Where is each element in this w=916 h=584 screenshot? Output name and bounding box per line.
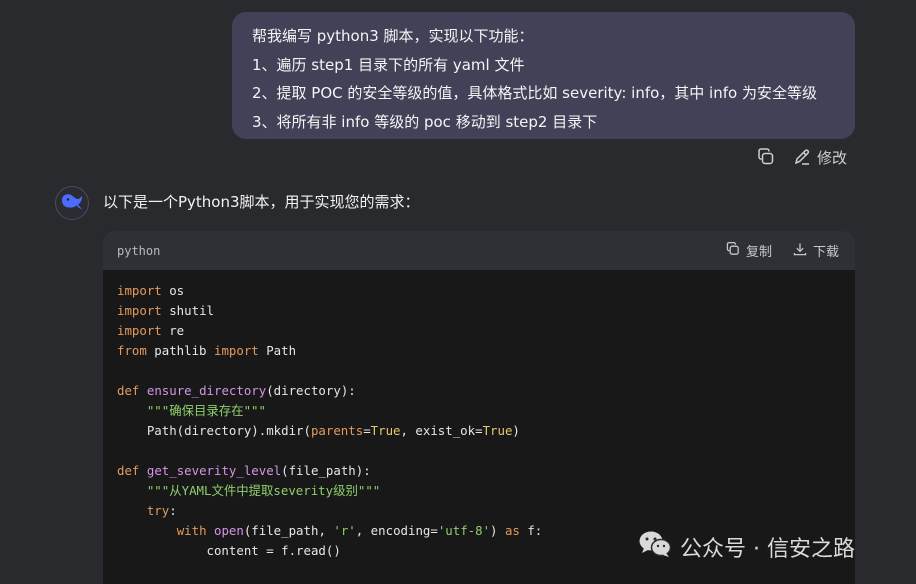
user-message-bubble: 帮我编写 python3 脚本，实现以下功能： 1、遍历 step1 目录下的所…: [232, 12, 855, 139]
user-message-line: 帮我编写 python3 脚本，实现以下功能：: [252, 27, 534, 45]
copy-code-label: 复制: [745, 245, 772, 260]
user-message-line: 2、提取 POC 的安全等级的值，具体格式比如 severity: info，其…: [252, 84, 817, 102]
code-token: :: [169, 503, 177, 518]
copy-code-button[interactable]: 复制: [725, 241, 772, 261]
code-token: get_severity_level: [146, 463, 282, 478]
user-message-actions: 修改: [756, 146, 847, 168]
edit-label: 修改: [817, 148, 848, 167]
code-token: content = f.read(): [117, 543, 341, 558]
watermark: 公众号 · 信安之路: [638, 530, 855, 564]
code-token: True: [482, 423, 513, 438]
copy-icon: [725, 241, 741, 261]
code-token: Path: [258, 343, 297, 358]
wechat-icon: [638, 530, 672, 564]
code-token: f:: [519, 523, 543, 538]
download-code-label: 下载: [812, 245, 839, 260]
code-token: ): [490, 523, 505, 538]
code-line: import shutil: [117, 301, 855, 321]
code-line: """确保目录存在""": [117, 401, 855, 421]
watermark-text: 公众号 · 信安之路: [680, 537, 855, 562]
code-token: def: [117, 463, 140, 478]
code-token: try: [146, 503, 170, 518]
code-token: (file_path):: [281, 463, 371, 478]
code-line: import os: [117, 281, 855, 301]
code-line: from pathlib import Path: [117, 341, 855, 361]
code-token: def: [117, 383, 140, 398]
code-token: open: [214, 523, 244, 538]
copy-message-button[interactable]: [756, 147, 776, 167]
code-line: def get_severity_level(file_path):: [117, 461, 855, 481]
code-token: (directory):: [266, 383, 356, 398]
code-token: import: [117, 303, 162, 318]
code-language-label: python: [117, 243, 161, 258]
code-token: ensure_directory: [146, 383, 267, 398]
code-line: Path(directory).mkdir(parents=True, exis…: [117, 421, 855, 441]
code-token: parents: [310, 423, 364, 438]
code-block-header: python 复制 下载: [103, 231, 855, 270]
code-token: 'r': [333, 523, 356, 538]
code-token: , exist_ok=: [400, 423, 483, 438]
code-token: Path(directory).mkdir(: [117, 423, 311, 438]
code-token: import: [213, 343, 259, 358]
download-code-button[interactable]: 下载: [792, 241, 839, 261]
code-token: from: [117, 343, 147, 358]
code-token: =: [363, 423, 371, 438]
pencil-icon: [792, 147, 812, 167]
code-token: , encoding=: [355, 523, 438, 538]
code-token: import: [117, 323, 162, 338]
whale-logo-icon: [60, 191, 84, 215]
download-icon: [792, 241, 808, 261]
code-token: os: [161, 283, 185, 298]
code-token: True: [370, 423, 401, 438]
assistant-intro-text: 以下是一个Python3脚本，用于实现您的需求：: [103, 193, 420, 211]
user-message-line: 3、将所有非 info 等级的 poc 移动到 step2 目录下: [252, 112, 598, 131]
code-token: """从YAML文件中提取severity级别""": [146, 483, 381, 498]
user-message-line: 1、遍历 step1 目录下的所有 yaml 文件: [252, 55, 525, 74]
code-line: try:: [117, 501, 855, 521]
edit-message-button[interactable]: 修改: [792, 147, 847, 168]
copy-icon: [756, 147, 776, 167]
code-token: shutil: [161, 303, 214, 318]
code-block-tools: 复制 下载: [725, 241, 839, 261]
code-token: import: [117, 283, 162, 298]
assistant-avatar: [55, 186, 89, 220]
code-token: """确保目录存在""": [146, 403, 266, 418]
code-token: re: [161, 323, 185, 338]
code-token: as: [504, 523, 520, 538]
code-token: pathlib: [146, 343, 214, 358]
code-content: import os import shutil import re from path…: [103, 270, 855, 561]
code-token: ): [512, 423, 520, 438]
code-token: (file_path,: [243, 523, 334, 538]
code-token: 'utf-8': [437, 523, 491, 538]
code-line: def ensure_directory(directory):: [117, 381, 855, 401]
code-line: import re: [117, 321, 855, 341]
code-line: """从YAML文件中提取severity级别""": [117, 481, 855, 501]
code-token: with: [176, 523, 207, 538]
